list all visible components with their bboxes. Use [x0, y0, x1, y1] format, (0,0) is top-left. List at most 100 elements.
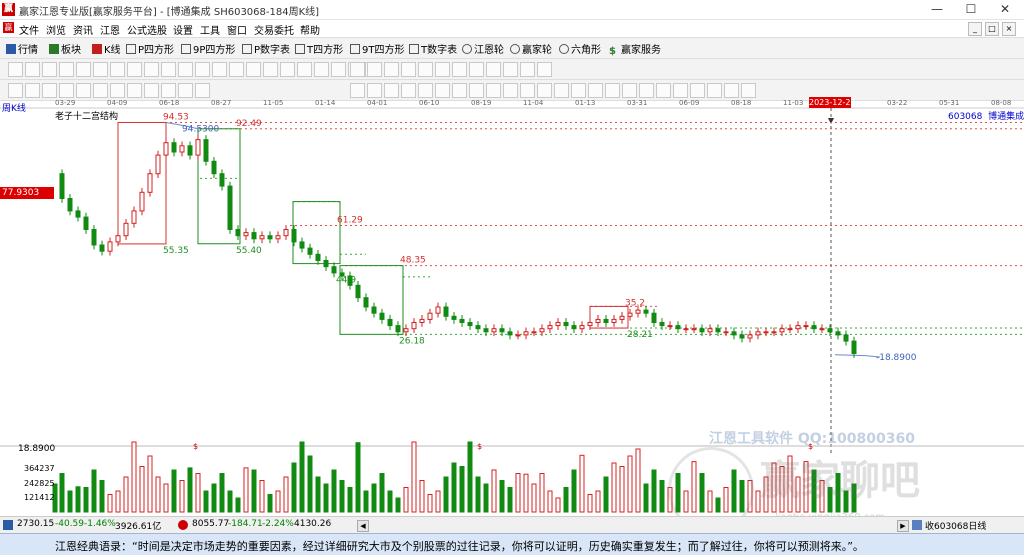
line-tool-6-icon[interactable]: [93, 83, 108, 98]
edit-tool-12-icon[interactable]: [537, 62, 552, 77]
9t-square-button[interactable]: 9T四方形: [350, 41, 404, 56]
p-table-button[interactable]: P数字表: [242, 41, 290, 56]
edit-tool-8-icon[interactable]: [469, 62, 484, 77]
draw-tool-8-icon[interactable]: [127, 62, 142, 77]
quotes-button[interactable]: 行情: [6, 41, 38, 56]
draw-tool-11-icon[interactable]: [178, 62, 193, 77]
draw-tool-7-icon[interactable]: [110, 62, 125, 77]
menu-trade[interactable]: 交易委托: [254, 22, 294, 37]
draw-tool-10-icon[interactable]: [161, 62, 176, 77]
line-tool-12-icon[interactable]: [195, 83, 210, 98]
scroll-left-button[interactable]: ◀: [357, 520, 369, 532]
gann-tool-12-icon[interactable]: [537, 83, 552, 98]
line-tool-5-icon[interactable]: [76, 83, 91, 98]
menu-formula[interactable]: 公式选股: [127, 22, 167, 37]
gann-tool-6-icon[interactable]: [435, 83, 450, 98]
menu-help[interactable]: 帮助: [300, 22, 320, 37]
line-tool-10-icon[interactable]: [161, 83, 176, 98]
draw-tool-1-icon[interactable]: [8, 62, 23, 77]
gann-tool-14-icon[interactable]: [571, 83, 586, 98]
gann-tool-23-icon[interactable]: [724, 83, 739, 98]
close-button[interactable]: ✕: [988, 0, 1022, 19]
draw-tool-6-icon[interactable]: [93, 62, 108, 77]
draw-tool-20-icon[interactable]: [331, 62, 346, 77]
9p-square-button[interactable]: 9P四方形: [181, 41, 235, 56]
edit-tool-3-icon[interactable]: [384, 62, 399, 77]
menu-browse[interactable]: 浏览: [46, 22, 66, 37]
gann-tool-9-icon[interactable]: [486, 83, 501, 98]
gann-tool-7-icon[interactable]: [452, 83, 467, 98]
draw-tool-13-icon[interactable]: [212, 62, 227, 77]
menu-info[interactable]: 资讯: [73, 22, 93, 37]
draw-tool-16-icon[interactable]: [263, 62, 278, 77]
p-square-button[interactable]: P四方形: [126, 41, 174, 56]
gann-tool-17-icon[interactable]: [622, 83, 637, 98]
edit-tool-7-icon[interactable]: [452, 62, 467, 77]
gann-tool-3-icon[interactable]: [384, 83, 399, 98]
gann-tool-15-icon[interactable]: [588, 83, 603, 98]
hexagon-button[interactable]: 六角形: [559, 41, 601, 56]
gann-tool-10-icon[interactable]: [503, 83, 518, 98]
winner-service-button[interactable]: $ 赢家服务: [609, 41, 661, 57]
draw-tool-17-icon[interactable]: [280, 62, 295, 77]
edit-tool-2-icon[interactable]: [367, 62, 382, 77]
maximize-button[interactable]: ☐: [954, 0, 988, 19]
edit-tool-1-icon[interactable]: [350, 62, 365, 77]
gann-tool-13-icon[interactable]: [554, 83, 569, 98]
gann-tool-21-icon[interactable]: [690, 83, 705, 98]
gann-tool-11-icon[interactable]: [520, 83, 535, 98]
line-tool-7-icon[interactable]: [110, 83, 125, 98]
gann-tool-8-icon[interactable]: [469, 83, 484, 98]
draw-tool-2-icon[interactable]: [25, 62, 40, 77]
gann-tool-18-icon[interactable]: [639, 83, 654, 98]
sectors-button[interactable]: 板块: [49, 41, 81, 56]
line-tool-3-icon[interactable]: [42, 83, 57, 98]
line-tool-8-icon[interactable]: [127, 83, 142, 98]
mdi-close-button[interactable]: ×: [1002, 22, 1016, 36]
edit-tool-9-icon[interactable]: [486, 62, 501, 77]
gann-tool-24-icon[interactable]: [741, 83, 756, 98]
gann-tool-1-icon[interactable]: [350, 83, 365, 98]
draw-tool-9-icon[interactable]: [144, 62, 159, 77]
minimize-button[interactable]: —: [920, 0, 954, 19]
t-table-button[interactable]: T数字表: [409, 41, 457, 56]
line-tool-4-icon[interactable]: [59, 83, 74, 98]
gann-tool-4-icon[interactable]: [401, 83, 416, 98]
t-square-label: T四方形: [307, 45, 344, 56]
line-tool-9-icon[interactable]: [144, 83, 159, 98]
line-tool-11-icon[interactable]: [178, 83, 193, 98]
draw-tool-14-icon[interactable]: [229, 62, 244, 77]
gann-tool-2-icon[interactable]: [367, 83, 382, 98]
menu-gann[interactable]: 江恩: [100, 22, 120, 37]
edit-tool-6-icon[interactable]: [435, 62, 450, 77]
edit-tool-10-icon[interactable]: [503, 62, 518, 77]
menu-window[interactable]: 窗口: [227, 22, 247, 37]
edit-tool-4-icon[interactable]: [401, 62, 416, 77]
mdi-minimize-button[interactable]: _: [968, 22, 982, 36]
gann-tool-16-icon[interactable]: [605, 83, 620, 98]
gann-tool-19-icon[interactable]: [656, 83, 671, 98]
t-square-button[interactable]: T四方形: [295, 41, 343, 56]
mdi-restore-button[interactable]: □: [985, 22, 999, 36]
draw-tool-18-icon[interactable]: [297, 62, 312, 77]
edit-tool-11-icon[interactable]: [520, 62, 535, 77]
gann-tool-20-icon[interactable]: [673, 83, 688, 98]
edit-tool-5-icon[interactable]: [418, 62, 433, 77]
draw-tool-4-icon[interactable]: [59, 62, 74, 77]
line-tool-1-icon[interactable]: [8, 83, 23, 98]
menu-file[interactable]: 文件: [19, 22, 39, 37]
draw-tool-5-icon[interactable]: [76, 62, 91, 77]
draw-tool-12-icon[interactable]: [195, 62, 210, 77]
scroll-right-button[interactable]: ▶: [897, 520, 909, 532]
gann-tool-5-icon[interactable]: [418, 83, 433, 98]
gann-tool-22-icon[interactable]: [707, 83, 722, 98]
draw-tool-3-icon[interactable]: [42, 62, 57, 77]
kline-button[interactable]: K线: [92, 41, 121, 56]
gann-wheel-button[interactable]: 江恩轮: [462, 41, 504, 56]
menu-tools[interactable]: 工具: [200, 22, 220, 37]
menu-settings[interactable]: 设置: [173, 22, 193, 37]
draw-tool-15-icon[interactable]: [246, 62, 261, 77]
line-tool-2-icon[interactable]: [25, 83, 40, 98]
draw-tool-19-icon[interactable]: [314, 62, 329, 77]
winner-wheel-button[interactable]: 赢家轮: [510, 41, 552, 56]
